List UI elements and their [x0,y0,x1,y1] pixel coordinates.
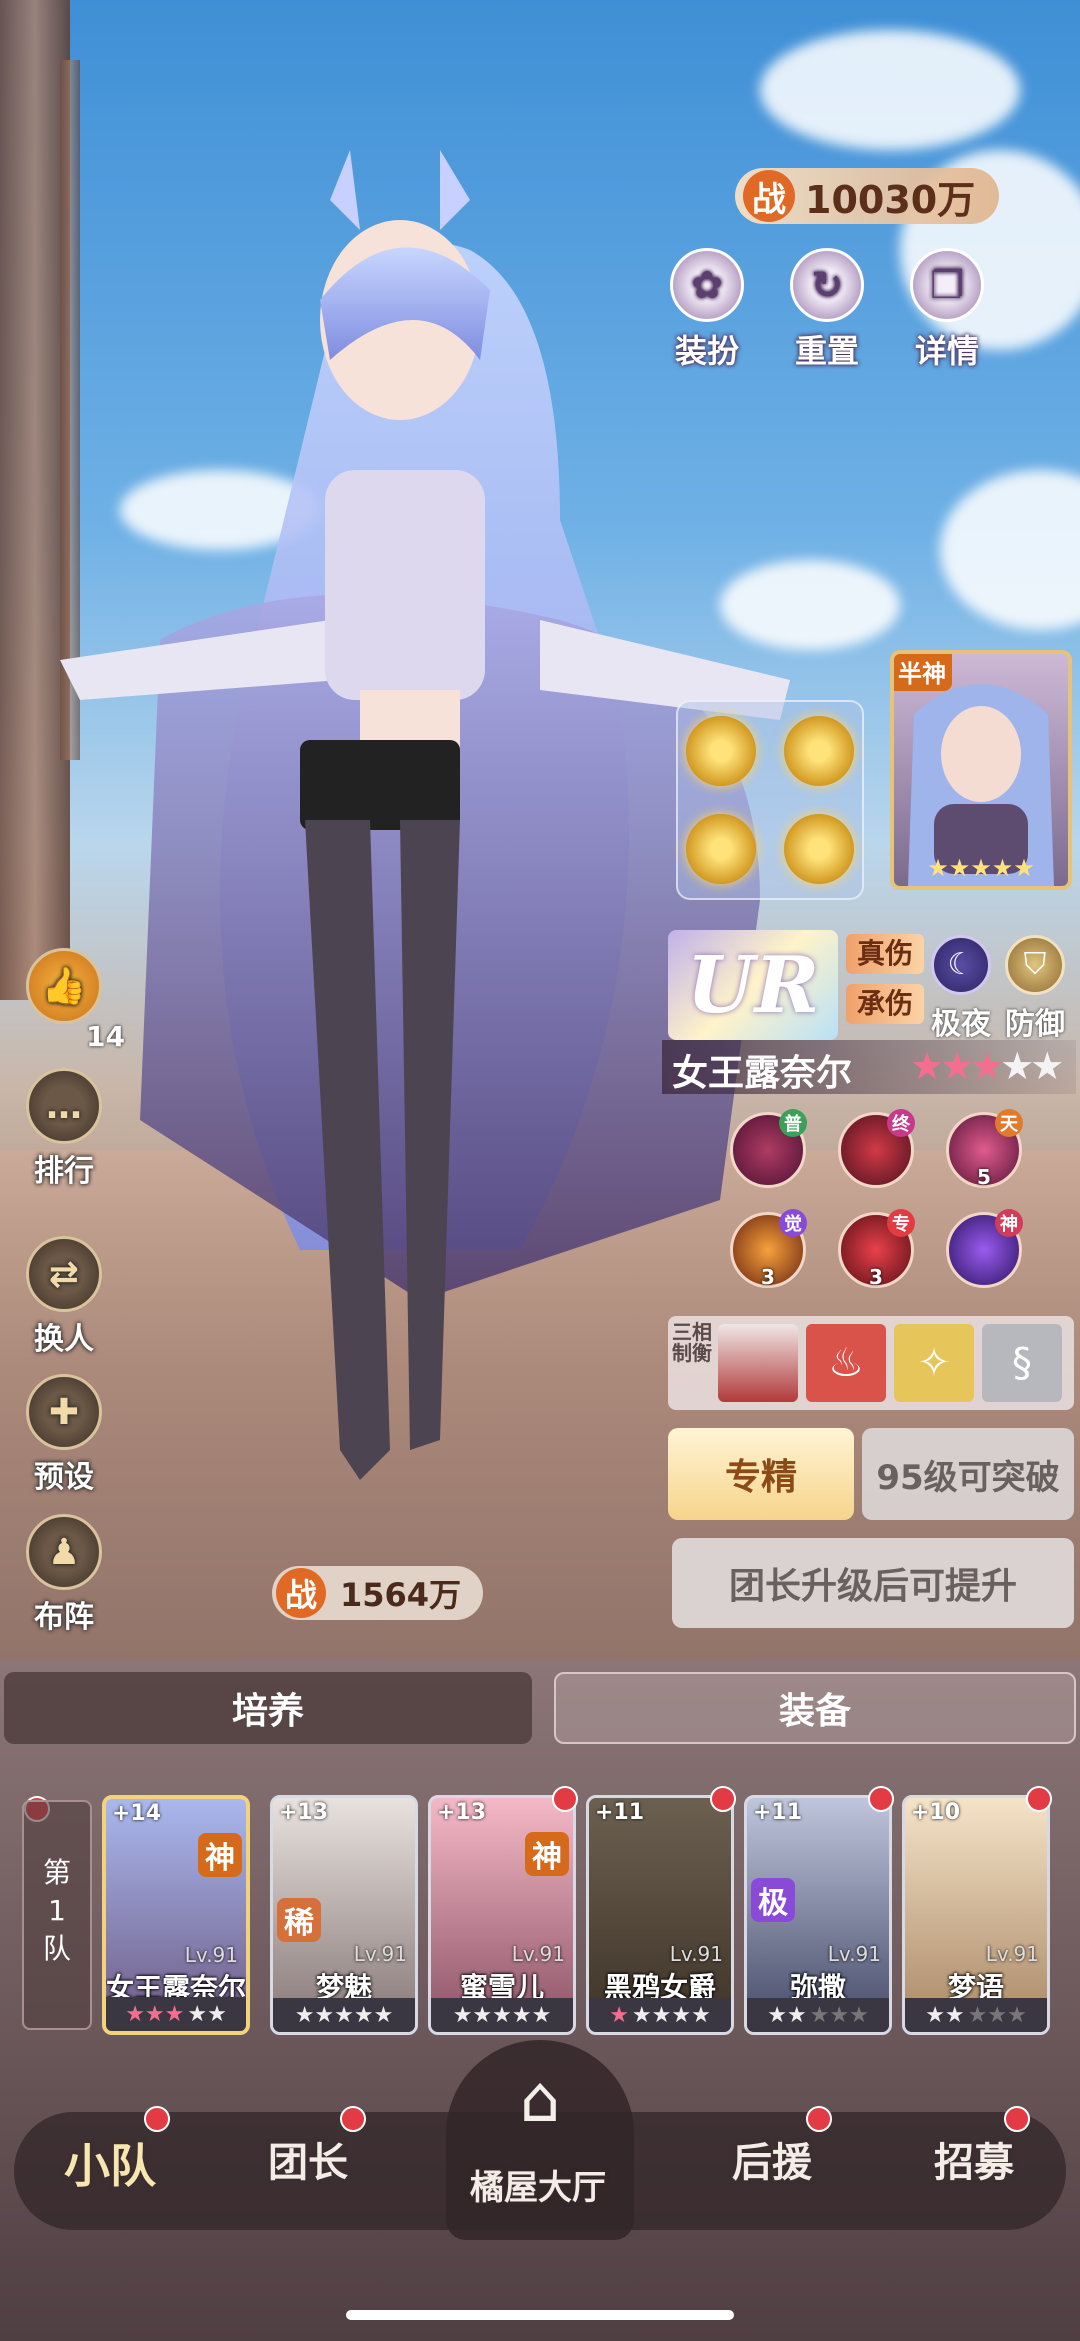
formation-label: 布阵 [34,1600,94,1635]
card-notification-dot [868,1786,894,1812]
preset-label: 预设 [34,1460,94,1495]
nav-lobby[interactable]: 橘屋大厅 [470,2160,606,2209]
hero-name-bar: 女王露奈尔 ★★★★★ [662,1040,1076,1094]
outfit-button[interactable]: ✿ 装扮 [652,248,762,372]
thumbs-up-icon: 👍 [26,948,102,1024]
like-button[interactable]: 👍 [18,948,110,1026]
team-card[interactable]: +11 Lv.91 黑鸦女爵 ★ ★★★★ [586,1795,734,2035]
ranking-button[interactable]: … 排行 [18,1068,110,1190]
nav-recruit[interactable]: 招募 [934,2130,1014,2188]
portrait-stars: ★★★★★ [927,854,1035,882]
artifact-gem-icon[interactable] [784,716,854,786]
chat-icon: … [26,1068,102,1144]
gamepad-icon: ✚ [26,1374,102,1450]
artifact-gem-icon[interactable] [686,716,756,786]
nav-notification-dot [1004,2106,1030,2132]
shield-icon: ⛉ [1005,935,1065,995]
team-card[interactable]: +11 极 Lv.91 弥撒 ★★ ★★★ [744,1795,892,2035]
nav-notification-dot [340,2106,366,2132]
card-notification-dot [710,1786,736,1812]
godhood-badge: 半神 [894,654,952,691]
tag-tank: 承伤 [846,984,924,1024]
hero-power-display: 战 1564万 [272,1566,484,1620]
power-icon: 战 [743,170,795,222]
light-element-icon: ✧ [894,1324,974,1402]
hero-power-value: 1564万 [340,1576,462,1614]
team-card[interactable]: +13 稀 Lv.91 梦魅 ★★★★★ [270,1795,418,2035]
attr-defense-label: 防御 [1005,1007,1065,1042]
skill-talent[interactable]: 天 5 [946,1109,1023,1189]
nav-notification-dot [144,2106,170,2132]
reset-icon: ↻ [790,248,864,322]
tab-train[interactable]: 培养 [4,1672,532,1744]
artifact-gem-icon[interactable] [784,814,854,884]
card-notification-dot [1026,1786,1052,1812]
nav-squad[interactable]: 小队 [64,2130,156,2196]
formation-icon: ♟ [26,1514,102,1590]
triad-label: 三相制衡 [672,1320,712,1365]
upgrade-hint-button[interactable]: 团长升级后可提升 [672,1538,1074,1628]
skill-awaken[interactable]: 觉 3 [730,1209,807,1289]
team-card[interactable]: +13 神 Lv.91 蜜雪儿 ★★★★★ [428,1795,576,2035]
rarity-badge: UR [668,930,838,1040]
outfit-label: 装扮 [674,332,739,370]
cat-house-icon: ⌂ [519,2063,561,2137]
outfit-icon: ✿ [670,248,744,322]
specialization-button[interactable]: 专精 [668,1428,854,1520]
total-power-display: 战 10030万 [735,168,1000,224]
details-button[interactable]: ❐ 详情 [892,248,1002,372]
attr-defense[interactable]: ⛉ 防御 [1002,935,1068,1043]
swap-hero-button[interactable]: ⇄ 换人 [18,1236,110,1358]
skill-exclusive[interactable]: 专 3 [838,1209,915,1289]
book-icon: ❐ [910,248,984,322]
power-icon: 战 [276,1568,326,1618]
total-power-value: 10030万 [805,177,976,222]
team-card[interactable]: +14 神 Lv.91 女王露奈尔 ★★★ ★★ [102,1795,250,2035]
details-label: 详情 [914,332,979,370]
reset-label: 重置 [794,332,859,370]
like-count: 14 [86,1020,125,1053]
attr-night-label: 极夜 [931,1007,991,1042]
rarity-text: UR [686,939,820,1031]
swap-label: 换人 [34,1322,94,1357]
ranking-label: 排行 [34,1154,94,1189]
hero-name: 女王露奈尔 [672,1053,853,1094]
wind-element-icon: § [982,1324,1062,1402]
tag-true-damage: 真伤 [846,934,924,974]
nav-notification-dot [806,2106,832,2132]
team-label: 第1队 [42,1856,71,1965]
card-notification-dot [552,1786,578,1812]
home-indicator [346,2310,734,2320]
artifact-gem-icon[interactable] [686,814,756,884]
moon-icon: ☾ [931,935,991,995]
attr-night[interactable]: ☾ 极夜 [928,935,994,1043]
skill-ultimate[interactable]: 终 [838,1109,915,1188]
skill-divine[interactable]: 神 [946,1209,1023,1288]
nav-support[interactable]: 后援 [732,2130,812,2188]
hero-stars: ★★★★★ [910,1044,1064,1088]
triad-panel[interactable]: 三相制衡 ♨ ✧ § [668,1316,1074,1410]
nav-leader[interactable]: 团长 [268,2130,348,2188]
hero-portrait-card[interactable]: 半神 ★★★★★ [890,650,1072,890]
team-selector[interactable]: 第1队 [22,1800,92,2030]
reset-button[interactable]: ↻ 重置 [772,248,882,372]
artifact-panel[interactable] [676,700,864,900]
tab-equipment[interactable]: 装备 [554,1672,1076,1744]
triad-hero-avatar [718,1324,798,1402]
fire-element-icon: ♨ [806,1324,886,1402]
skill-normal[interactable]: 普 [730,1109,807,1188]
formation-button[interactable]: ♟ 布阵 [18,1514,110,1636]
breakthrough-button[interactable]: 95级可突破 [862,1428,1074,1520]
preset-button[interactable]: ✚ 预设 [18,1374,110,1496]
swap-icon: ⇄ [26,1236,102,1312]
team-card[interactable]: +10 Lv.91 梦语 ★★ ★★★ [902,1795,1050,2035]
